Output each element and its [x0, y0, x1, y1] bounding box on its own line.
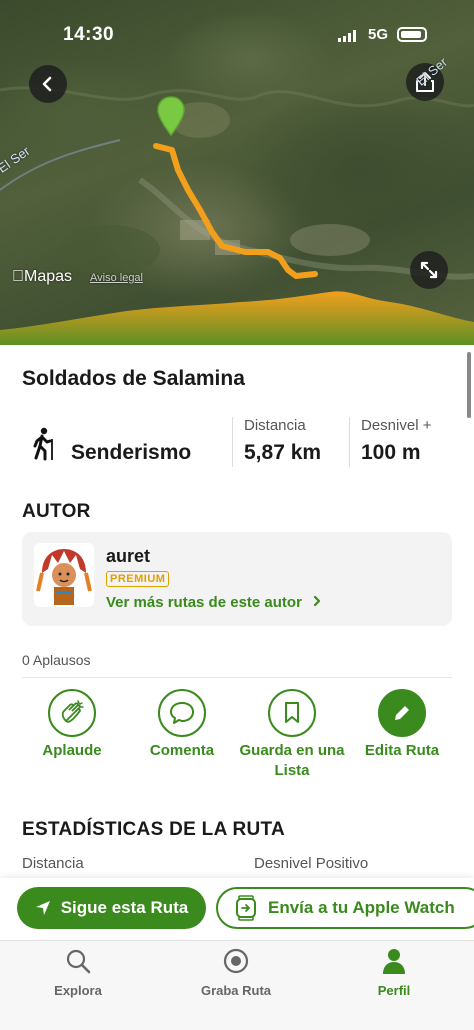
stats-elevation-label: Desnivel Positivo: [254, 855, 369, 872]
stats-distance-label: Distancia: [22, 855, 84, 872]
signal-icon: [338, 30, 356, 42]
more-routes-link[interactable]: Ver más rutas de este autor: [106, 594, 322, 611]
elevation-value: 100 m: [361, 441, 421, 464]
activity-type: Senderismo: [71, 441, 192, 464]
edit-label: Edita Ruta: [364, 742, 440, 759]
legal-notice-link[interactable]: Aviso legal: [90, 272, 143, 284]
elevation-label: Desnivel +: [361, 417, 432, 434]
navigation-arrow-icon: [35, 901, 50, 915]
edit-route-button[interactable]: Edita Ruta: [347, 689, 457, 761]
comment-button-circle[interactable]: [158, 689, 206, 737]
pencil-icon: [395, 704, 411, 720]
apple-maps-label: Mapas: [12, 268, 72, 285]
author-section-title: AUTOR: [22, 501, 91, 522]
tab-label: Perfil: [377, 983, 411, 998]
search-icon: [66, 949, 91, 974]
author-name[interactable]: auret: [106, 546, 150, 567]
battery-icon: [397, 27, 427, 42]
clap-button-circle[interactable]: [48, 689, 96, 737]
hiking-icon: [33, 427, 53, 461]
network-type: 5G: [368, 26, 389, 43]
route-title: Soldados de Salamina: [22, 367, 245, 390]
stats-section-title: ESTADÍSTICAS DE LA RUTA: [22, 819, 286, 840]
more-routes-label: Ver más rutas de este autor: [106, 594, 302, 611]
scroll-indicator: [467, 352, 471, 418]
apple-maps-logo: Mapas: [12, 268, 72, 286]
comment-button[interactable]: Comenta: [127, 689, 237, 761]
claps-count: 0 Aplausos: [22, 652, 91, 668]
status-bar: 14:30 5G: [0, 0, 474, 66]
avatar-image: [34, 543, 94, 607]
follow-route-label: Sigue esta Ruta: [60, 898, 189, 917]
distance-value: 5,87 km: [244, 441, 322, 464]
premium-badge: PREMIUM: [106, 571, 170, 587]
chevron-right-icon: [314, 595, 321, 607]
clap-icon: [61, 700, 84, 723]
tab-label: Explora: [54, 983, 102, 998]
record-icon: [223, 948, 249, 974]
bottom-action-bar: Sigue esta Ruta Envía a tu Apple Watch: [0, 878, 474, 940]
apple-watch-icon: [236, 895, 256, 921]
tab-perfil[interactable]: Perfil: [334, 947, 454, 998]
start-pin-icon[interactable]: [156, 95, 186, 139]
save-button-circle[interactable]: [268, 689, 316, 737]
tab-explora[interactable]: Explora: [18, 947, 138, 998]
follow-route-button[interactable]: Sigue esta Ruta: [17, 887, 206, 929]
person-icon: [383, 949, 405, 974]
save-to-list-button[interactable]: Guarda en una Lista: [237, 689, 347, 781]
stat-divider: [232, 417, 233, 467]
comment-label: Comenta: [149, 742, 215, 759]
chevron-left-icon: [42, 76, 52, 92]
distance-label: Distancia: [244, 417, 306, 434]
avatar[interactable]: [34, 543, 94, 607]
tab-bar: Explora Graba Ruta Perfil: [0, 940, 474, 1030]
comment-icon: [170, 702, 194, 724]
status-time: 14:30: [63, 24, 115, 45]
author-card[interactable]: auret PREMIUM Ver más rutas de este auto…: [22, 532, 452, 626]
divider: [22, 677, 452, 678]
route-map[interactable]: 14:30 5G El Ser El Ser Mapas Aviso lega…: [0, 0, 474, 345]
stat-divider: [349, 417, 350, 467]
back-button[interactable]: [29, 65, 67, 103]
clap-label: Aplaude: [42, 742, 102, 759]
edit-button-circle[interactable]: [378, 689, 426, 737]
bookmark-icon: [285, 702, 299, 723]
send-to-watch-label: Envía a tu Apple Watch: [268, 898, 455, 917]
expand-map-button[interactable]: [410, 251, 448, 289]
clap-button[interactable]: Aplaude: [17, 689, 127, 761]
save-label: Guarda en una Lista: [239, 742, 345, 779]
apple-logo-icon: : [12, 268, 24, 285]
tab-label: Graba Ruta: [200, 983, 272, 998]
tab-graba-ruta[interactable]: Graba Ruta: [176, 947, 296, 998]
expand-icon: [420, 261, 438, 279]
send-to-watch-button[interactable]: Envía a tu Apple Watch: [216, 887, 474, 929]
